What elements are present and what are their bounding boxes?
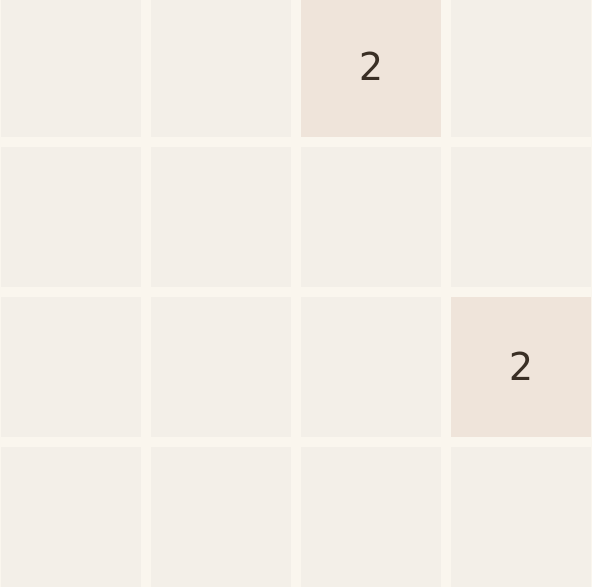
tile-empty	[451, 447, 591, 587]
tile-empty	[151, 447, 291, 587]
tile-empty	[301, 447, 441, 587]
tile-empty	[151, 147, 291, 287]
tile-empty	[1, 147, 141, 287]
tile: 2	[451, 297, 591, 437]
tile-empty	[451, 147, 591, 287]
tile-value: 2	[358, 45, 384, 89]
tile-empty	[1, 0, 141, 137]
game-board[interactable]: 2 2	[0, 0, 592, 587]
tile-empty	[1, 447, 141, 587]
tile-empty	[151, 0, 291, 137]
tile-value: 2	[508, 345, 534, 389]
tile-empty	[151, 297, 291, 437]
tile-empty	[301, 147, 441, 287]
tile: 2	[301, 0, 441, 137]
tile-empty	[301, 297, 441, 437]
tile-empty	[1, 297, 141, 437]
tile-empty	[451, 0, 591, 137]
